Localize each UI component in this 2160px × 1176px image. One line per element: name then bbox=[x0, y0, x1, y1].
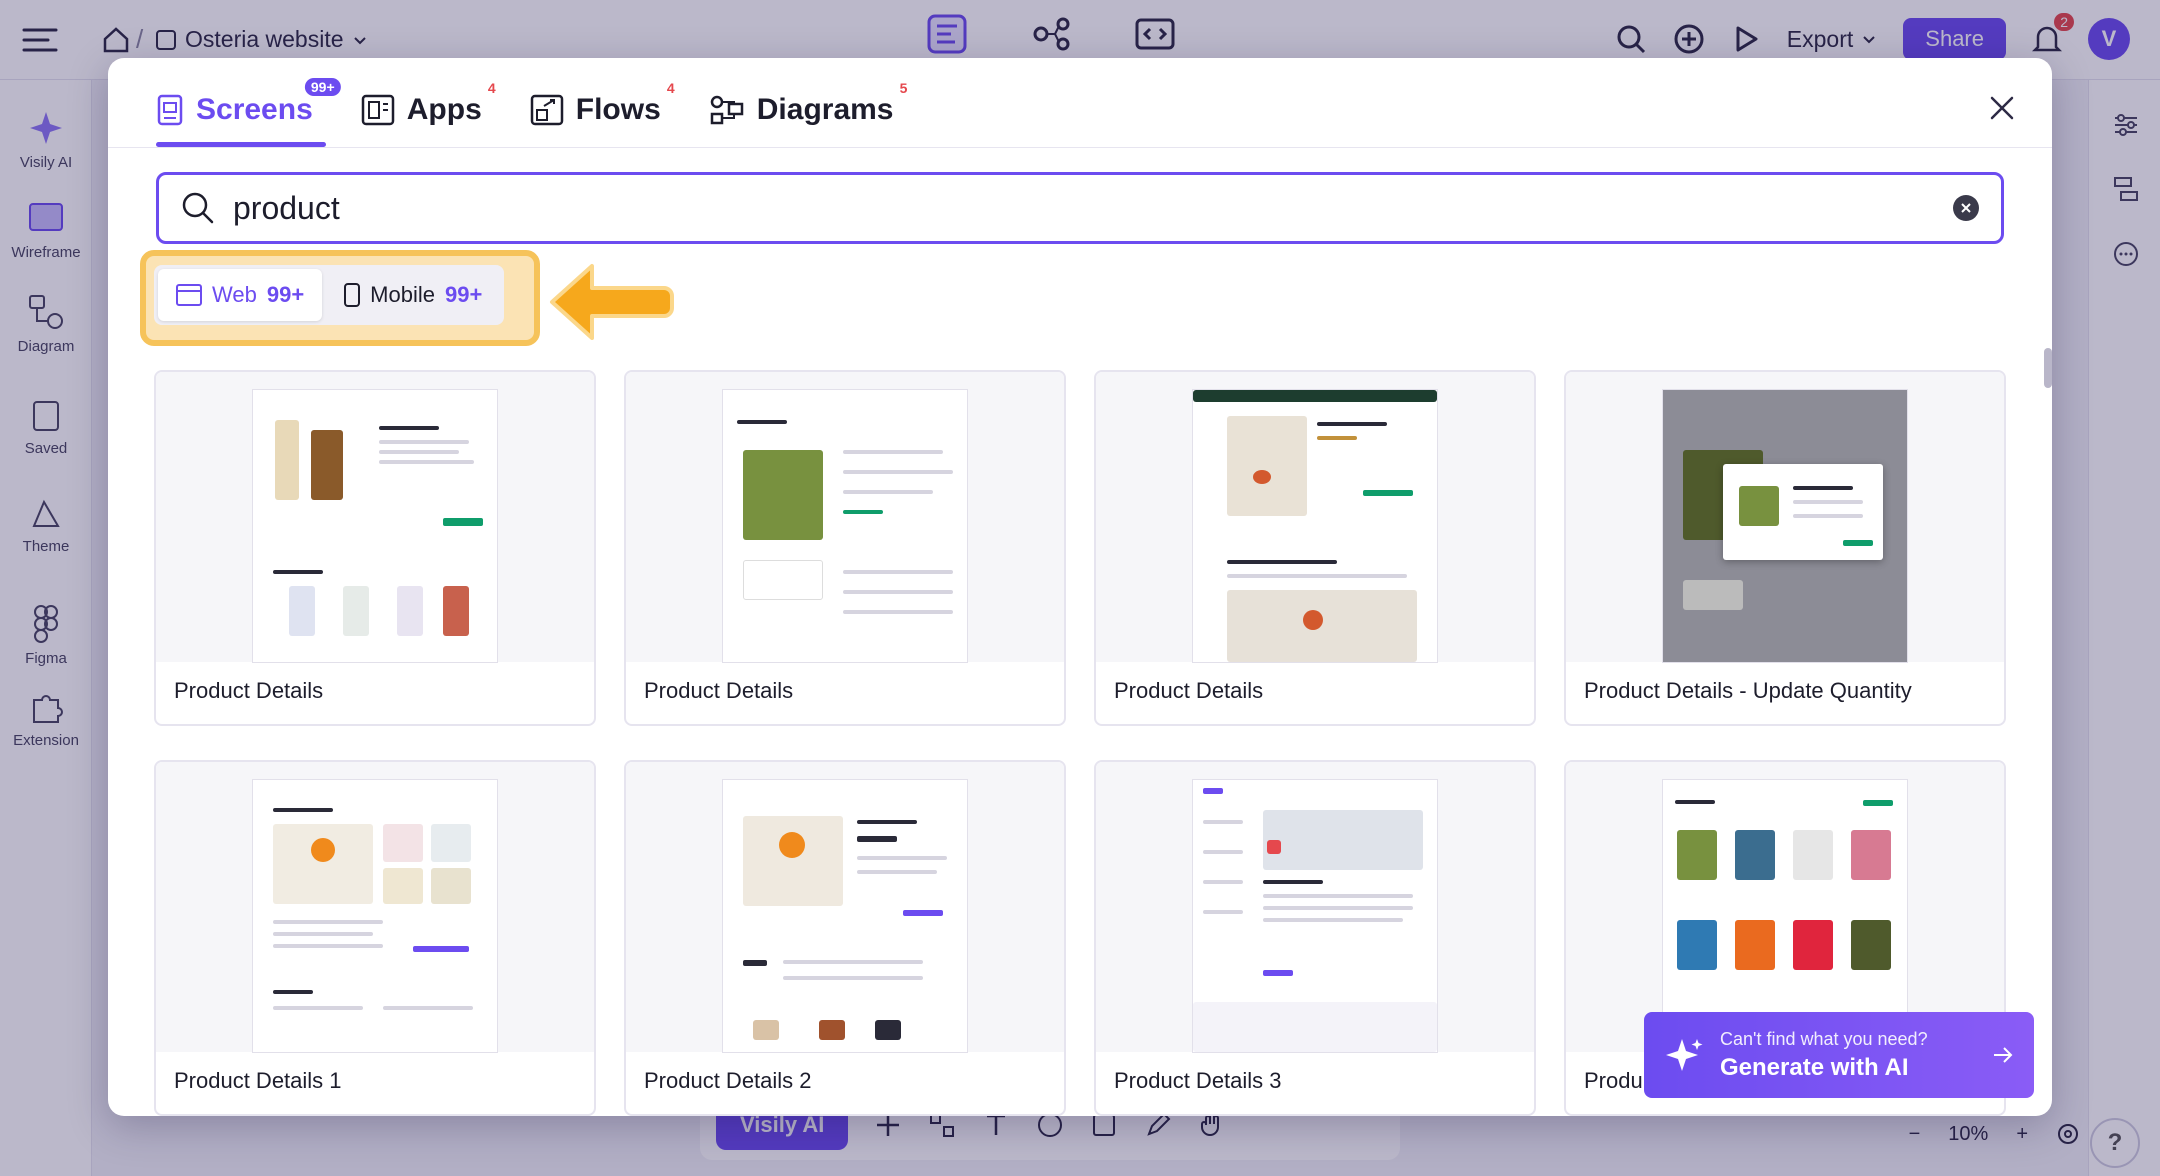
tab-label: Screens bbox=[196, 93, 313, 126]
tab-label: Apps bbox=[406, 93, 482, 126]
scrollbar[interactable] bbox=[2044, 348, 2052, 388]
template-card[interactable]: Product Details 1 bbox=[154, 760, 596, 1116]
ai-banner-text: Can't find what you need? Generate with … bbox=[1720, 1029, 1976, 1082]
filter-count: 99+ bbox=[266, 282, 305, 307]
tab-badge: 4 bbox=[666, 80, 675, 96]
template-card[interactable]: Product Details bbox=[1094, 370, 1536, 726]
template-thumbnail bbox=[156, 762, 594, 1052]
filter-mobile[interactable]: Mobile 99+ bbox=[326, 269, 500, 321]
template-card[interactable]: Product Details 3 bbox=[1094, 760, 1536, 1116]
template-card[interactable]: Product Details 2 bbox=[624, 760, 1066, 1116]
tab-label: Diagrams bbox=[756, 93, 894, 126]
tab-badge: 5 bbox=[899, 80, 908, 96]
diagrams-icon bbox=[709, 94, 745, 126]
flows-icon bbox=[530, 94, 564, 126]
template-thumbnail bbox=[1566, 762, 2004, 1052]
search-input[interactable] bbox=[233, 189, 1935, 227]
close-button[interactable] bbox=[1982, 88, 2022, 128]
template-title: Product Details 3 bbox=[1114, 1068, 1282, 1093]
tab-badge: 4 bbox=[487, 80, 496, 96]
template-thumbnail bbox=[156, 372, 594, 662]
filter-label: Mobile bbox=[370, 282, 435, 307]
template-title: Product Details - Update Quantity bbox=[1584, 678, 1912, 703]
template-title: Product Details bbox=[644, 678, 794, 703]
template-card[interactable]: Product Details - Update Quantity bbox=[1564, 370, 2006, 726]
template-thumbnail bbox=[1566, 372, 2004, 662]
ai-banner-subtitle: Can't find what you need? bbox=[1720, 1028, 1928, 1049]
tab-screens[interactable]: Screens 99+ bbox=[156, 78, 341, 140]
template-library-modal: Screens 99+ Apps 4 Flows 4 Diagrams 5 pr… bbox=[108, 58, 2052, 1116]
template-thumbnail bbox=[626, 762, 1064, 1052]
library-tabs: Screens 99+ Apps 4 Flows 4 Diagrams 5 bbox=[156, 78, 907, 150]
tab-badge: 99+ bbox=[304, 78, 341, 96]
tab-apps[interactable]: Apps 4 bbox=[361, 80, 496, 140]
template-card[interactable]: Product Details bbox=[624, 370, 1066, 726]
template-title: Product Details 1 bbox=[174, 1068, 342, 1093]
filter-count: 99+ bbox=[444, 282, 483, 307]
header-divider bbox=[108, 147, 2052, 148]
ai-banner-title: Generate with AI bbox=[1720, 1053, 1909, 1081]
template-title: Product Details bbox=[174, 678, 324, 703]
callout-arrow-icon bbox=[548, 262, 678, 342]
search-field[interactable] bbox=[156, 172, 2004, 244]
screen-icon bbox=[156, 94, 184, 126]
search-icon bbox=[181, 191, 215, 225]
phone-icon bbox=[344, 283, 361, 307]
browser-icon bbox=[176, 284, 202, 306]
arrow-right-icon bbox=[1992, 1046, 2014, 1064]
filter-label: Web bbox=[212, 282, 257, 307]
tab-diagrams[interactable]: Diagrams 5 bbox=[709, 80, 907, 140]
close-icon bbox=[1989, 95, 2015, 121]
template-thumbnail bbox=[1096, 372, 1534, 662]
template-title: Product Details 2 bbox=[644, 1068, 812, 1093]
tab-label: Flows bbox=[575, 93, 661, 126]
template-thumbnail bbox=[1096, 762, 1534, 1052]
template-thumbnail bbox=[626, 372, 1064, 662]
template-card[interactable]: Product Details bbox=[154, 370, 596, 726]
clear-search-button[interactable] bbox=[1953, 195, 1979, 221]
template-title: Produ bbox=[1584, 1068, 1643, 1093]
generate-with-ai-banner[interactable]: Can't find what you need? Generate with … bbox=[1644, 1012, 2034, 1098]
platform-filter: Web 99+ Mobile 99+ bbox=[154, 265, 505, 325]
tab-flows[interactable]: Flows 4 bbox=[530, 80, 675, 140]
apps-icon bbox=[361, 94, 395, 126]
template-title: Product Details bbox=[1114, 678, 1264, 703]
sparkle-icon bbox=[1664, 1035, 1704, 1075]
filter-web[interactable]: Web 99+ bbox=[158, 269, 323, 321]
